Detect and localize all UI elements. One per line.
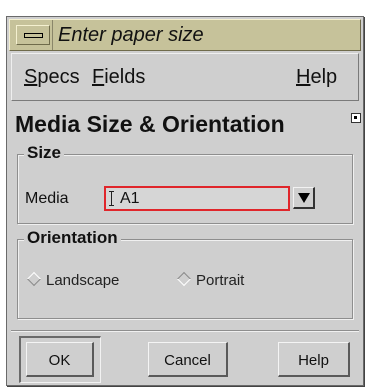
menu-help-mnemonic: H: [296, 66, 311, 88]
radio-portrait[interactable]: Portrait: [176, 271, 245, 290]
menu-help[interactable]: Help: [296, 63, 337, 91]
media-label: Media: [25, 190, 69, 207]
window-title: Enter paper size: [58, 24, 204, 46]
orientation-group-label: Orientation: [24, 228, 121, 248]
page-title: Media Size & Orientation: [15, 111, 285, 137]
resize-corner-icon[interactable]: [351, 113, 361, 123]
title-separator: [52, 20, 53, 50]
radio-landscape[interactable]: Landscape: [26, 271, 120, 290]
media-input[interactable]: A1: [104, 186, 290, 211]
menu-bar: Specs Fields Help: [11, 53, 359, 101]
title-bar[interactable]: Enter paper size: [9, 19, 361, 51]
window-menu-button[interactable]: [16, 25, 50, 45]
radio-landscape-label: Landscape: [46, 272, 120, 289]
menu-fields-mnemonic: F: [92, 66, 105, 88]
radio-diamond-icon: [176, 271, 192, 287]
help-button[interactable]: Help: [278, 342, 350, 377]
dropdown-arrow-icon: [298, 193, 310, 203]
media-value: A1: [120, 190, 140, 207]
dialog-window: Enter paper size Specs Fields Help Media…: [6, 16, 364, 386]
media-dropdown-button[interactable]: [293, 187, 315, 209]
radio-portrait-label: Portrait: [196, 272, 245, 289]
menu-fields-label: ields: [104, 66, 146, 88]
size-group-label: Size: [24, 143, 65, 163]
radio-diamond-icon: [26, 271, 42, 287]
button-area-divider: [11, 330, 359, 331]
menu-specs-mnemonic: S: [24, 66, 38, 88]
window-menu-icon: [24, 33, 43, 38]
menu-fields[interactable]: Fields: [92, 63, 145, 91]
ok-button[interactable]: OK: [26, 342, 94, 377]
menu-help-label: elp: [310, 66, 338, 88]
text-cursor-icon: [109, 191, 114, 206]
menu-specs-label: pecs: [37, 66, 80, 88]
cancel-button[interactable]: Cancel: [148, 342, 228, 377]
menu-specs[interactable]: Specs: [24, 63, 80, 91]
